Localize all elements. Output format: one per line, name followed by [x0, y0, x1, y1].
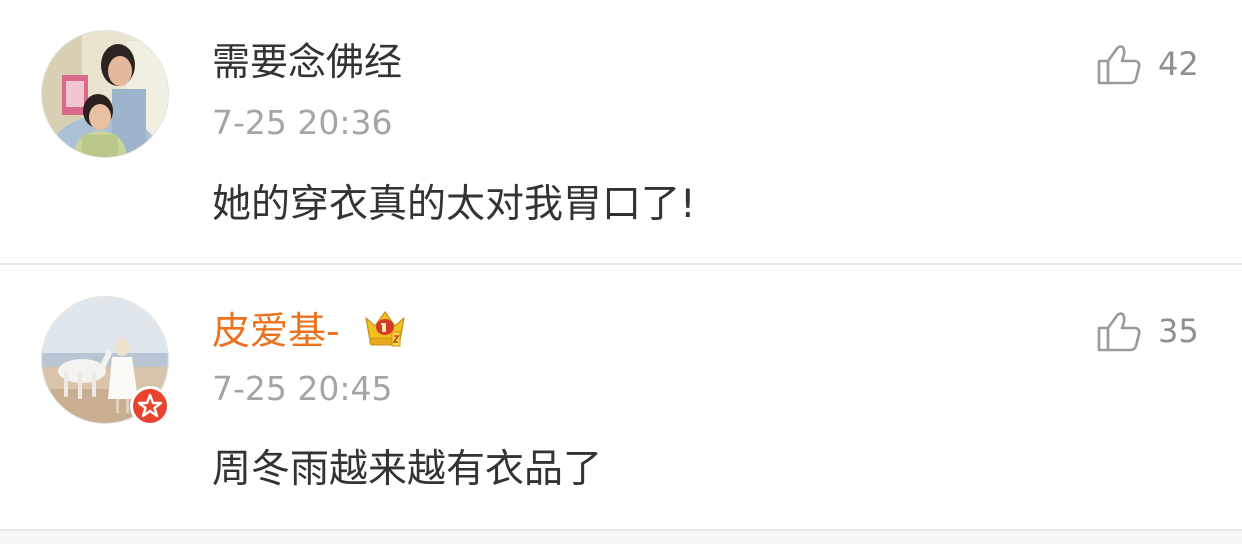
- comment-item: 皮爱基- 7-25 20:45 周冬雨越来越有衣品了 35: [0, 265, 1242, 529]
- comment-timestamp: 7-25 20:36: [212, 103, 393, 142]
- comment-text: 她的穿衣真的太对我胃口了!: [212, 182, 696, 227]
- thumbs-up-icon: [1097, 312, 1141, 352]
- thumbs-up-icon: [1097, 45, 1141, 85]
- comment-timestamp: 7-25 20:45: [212, 369, 393, 408]
- avatar-photo-icon: [42, 31, 168, 157]
- comment-username[interactable]: 皮爱基-: [212, 309, 340, 353]
- user-avatar[interactable]: [42, 31, 168, 157]
- like-count: 42: [1158, 45, 1199, 83]
- verified-star-badge-icon: [130, 386, 170, 426]
- comment-item: 需要念佛经 7-25 20:36 她的穿衣真的太对我胃口了! 42: [0, 0, 1242, 263]
- like-count: 35: [1158, 312, 1199, 350]
- like-button[interactable]: 42: [1096, 40, 1206, 88]
- comment-username[interactable]: 需要念佛经: [212, 40, 402, 84]
- feed-bottom-spacer: [0, 531, 1242, 544]
- comment-text: 周冬雨越来越有衣品了: [212, 447, 603, 492]
- crown-member-icon: [365, 311, 405, 347]
- like-button[interactable]: 35: [1096, 307, 1206, 355]
- comment-feed: 需要念佛经 7-25 20:36 她的穿衣真的太对我胃口了! 42 皮爱基- 7…: [0, 0, 1242, 544]
